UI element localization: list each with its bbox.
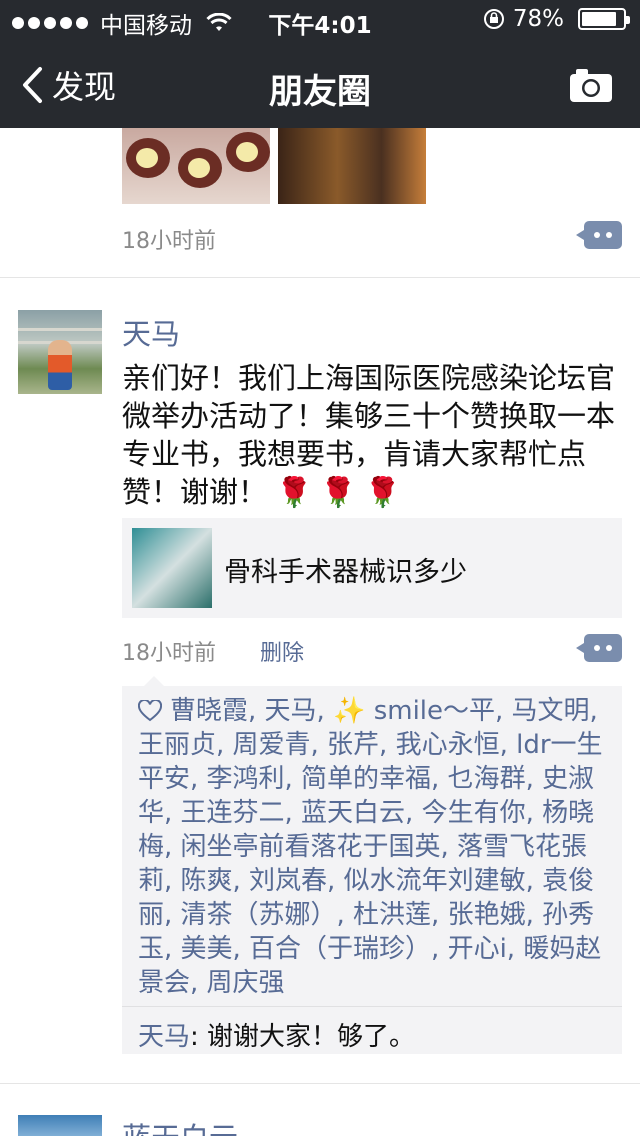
divider <box>122 1006 622 1007</box>
rose-emoji: 🌹🌹🌹 <box>276 475 409 509</box>
post-text: 亲们好！我们上海国际医院感染论坛官微举办活动了！集够三十个赞换取一本专业书，我想… <box>122 359 622 511</box>
status-bar: 中国移动 下午4:01 78% <box>0 0 640 40</box>
next-post: 蓝天白云 <box>0 1085 640 1136</box>
chevron-left-icon <box>23 67 42 103</box>
feed-post: 天马 亲们好！我们上海国际医院感染论坛官微举办活动了！集够三十个赞换取一本专业书… <box>0 279 640 1084</box>
avatar[interactable] <box>18 1115 102 1136</box>
link-title: 骨科手术器械识多少 <box>224 557 467 588</box>
nav-bar: 发现 朋友圈 <box>0 40 640 128</box>
comment-author[interactable]: 天马 <box>138 1022 190 1052</box>
battery-icon <box>578 8 630 30</box>
comment-menu-button[interactable] <box>576 221 622 249</box>
post-timestamp: 18小时前 <box>122 641 216 666</box>
post-image[interactable] <box>278 128 426 204</box>
back-label: 发现 <box>52 68 117 106</box>
comment-menu-button[interactable] <box>576 634 622 662</box>
liker-names[interactable]: 曹晓霞, 天马, ✨ smile～平, 马文明, 王丽贞, 周爱青, 张芹, 我… <box>138 696 603 998</box>
top-bar: 中国移动 下午4:01 78% 发现 朋友圈 <box>0 0 640 128</box>
shared-link-card[interactable]: 骨科手术器械识多少 <box>122 518 622 618</box>
battery-percent: 78% <box>512 6 564 32</box>
likes-list: 曹晓霞, 天马, ✨ smile～平, 马文明, 王丽贞, 周爱青, 张芹, 我… <box>138 694 618 1000</box>
post-author[interactable]: 蓝天白云 <box>122 1115 238 1136</box>
comment-row[interactable]: 天马: 谢谢大家！够了。 <box>138 1016 415 1053</box>
delete-link[interactable]: 删除 <box>260 635 304 667</box>
avatar[interactable] <box>18 310 102 394</box>
post-image[interactable] <box>122 128 270 204</box>
rotation-lock-icon <box>483 9 504 29</box>
camera-icon[interactable] <box>568 66 614 104</box>
heart-icon <box>138 700 162 722</box>
likes-and-comments: 曹晓霞, 天马, ✨ smile～平, 马文明, 王丽贞, 周爱青, 张芹, 我… <box>122 676 622 1054</box>
link-thumbnail <box>132 528 212 608</box>
comment-text: : 谢谢大家！够了。 <box>190 1022 416 1052</box>
previous-post: 18小时前 <box>0 128 640 278</box>
post-timestamp: 18小时前 <box>122 229 216 254</box>
back-button[interactable]: 发现 <box>20 62 116 108</box>
post-author[interactable]: 天马 <box>122 311 180 353</box>
